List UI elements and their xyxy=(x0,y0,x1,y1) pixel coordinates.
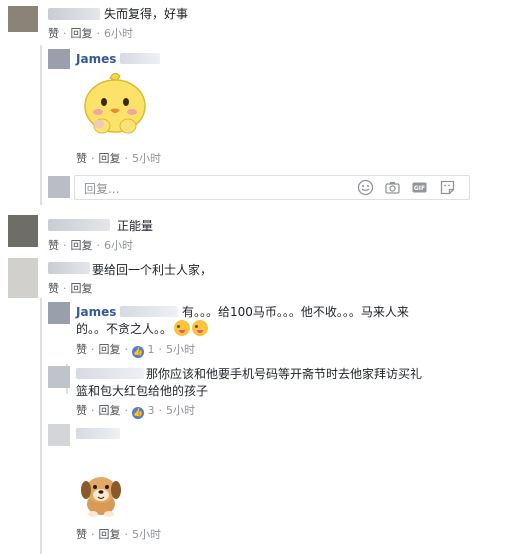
timestamp: 5小时 xyxy=(166,343,195,356)
like-count[interactable]: 3 xyxy=(148,404,155,417)
avatar[interactable] xyxy=(48,424,70,446)
avatar[interactable] xyxy=(8,6,38,32)
blurred-name xyxy=(76,368,144,379)
like-button[interactable]: 赞 xyxy=(48,282,59,295)
comment-meta: 赞 · 回复 xyxy=(48,282,93,295)
kiss-emoji-icon xyxy=(174,320,191,336)
comment-meta: 赞 · 回复 · 5小时 xyxy=(76,152,161,165)
timestamp: 5小时 xyxy=(166,404,195,417)
puppy-sticker xyxy=(78,470,124,518)
like-button[interactable]: 赞 xyxy=(76,404,87,417)
commenter-name[interactable]: James xyxy=(76,52,116,66)
like-count[interactable]: 1 xyxy=(148,343,155,356)
kiss-emoji-icon xyxy=(192,320,209,336)
like-icon[interactable]: 👍 xyxy=(132,346,144,358)
like-button[interactable]: 赞 xyxy=(48,27,59,40)
comment-text-line2: 的。。不贪之人。。 xyxy=(76,322,173,336)
commenter-name[interactable]: James xyxy=(76,305,116,319)
comment-text: 正能量 xyxy=(117,219,154,233)
like-button[interactable]: 赞 xyxy=(76,343,87,356)
timestamp: 6小时 xyxy=(104,27,133,40)
avatar[interactable] xyxy=(8,258,38,298)
reply-button[interactable]: 回复 xyxy=(71,27,93,40)
avatar[interactable] xyxy=(48,49,70,69)
sticker-icon[interactable] xyxy=(439,179,456,196)
comment-meta: 赞 · 回复 · 5小时 xyxy=(76,528,161,541)
comment-text: 那你应该和他要手机号码等开斋节时去他家拜访买礼 xyxy=(146,367,423,381)
like-button[interactable]: 赞 xyxy=(76,528,87,541)
blurred-name xyxy=(48,262,90,274)
svg-text:GIF: GIF xyxy=(414,185,425,192)
reply-button[interactable]: 回复 xyxy=(99,404,121,417)
reply-button[interactable]: 回复 xyxy=(99,528,121,541)
comment-text: 篮和包大红包给他的孩子 xyxy=(76,384,209,398)
blurred-name xyxy=(120,53,160,64)
reply-button[interactable]: 回复 xyxy=(71,239,93,252)
comment-meta: 赞 · 回复 · 👍 3 · 5小时 xyxy=(76,404,195,419)
comment-meta: 赞 · 回复 · 6小时 xyxy=(48,239,133,252)
gif-icon[interactable]: GIF xyxy=(411,179,428,196)
reply-button[interactable]: 回复 xyxy=(99,152,121,165)
avatar[interactable] xyxy=(48,366,70,388)
reply-placeholder: 回复... xyxy=(84,182,120,196)
blurred-name xyxy=(76,428,120,439)
comment-meta: 赞 · 回复 · 👍 1 · 5小时 xyxy=(76,343,195,358)
comment-text: 失而复得，好事 xyxy=(104,7,189,21)
blurred-name xyxy=(120,306,178,317)
comment-meta: 赞 · 回复 · 6小时 xyxy=(48,27,133,40)
smiley-icon[interactable] xyxy=(357,179,374,196)
timestamp: 5小时 xyxy=(132,152,161,165)
reply-button[interactable]: 回复 xyxy=(71,282,93,295)
avatar[interactable] xyxy=(48,302,70,324)
thread-line xyxy=(40,45,42,205)
comment-text: 要给回一个利士人家， xyxy=(92,263,213,277)
blurred-name xyxy=(48,219,110,231)
like-button[interactable]: 赞 xyxy=(76,152,87,165)
camera-icon[interactable] xyxy=(384,179,401,196)
blurred-name xyxy=(48,8,100,20)
avatar xyxy=(48,176,70,198)
timestamp: 6小时 xyxy=(104,239,133,252)
like-button[interactable]: 赞 xyxy=(48,239,59,252)
comment-text: 的。。不贪之人。。 xyxy=(76,320,209,338)
reply-button[interactable]: 回复 xyxy=(99,343,121,356)
avatar[interactable] xyxy=(8,215,38,247)
like-icon[interactable]: 👍 xyxy=(132,407,144,419)
reply-input[interactable]: 回复... GIF xyxy=(74,175,470,200)
yellow-chick-sticker xyxy=(80,70,150,140)
timestamp: 5小时 xyxy=(132,528,161,541)
comment-text: 有。。。给100马币。。。他不收。。。马来人来 xyxy=(182,305,409,319)
thread-line xyxy=(40,298,42,554)
